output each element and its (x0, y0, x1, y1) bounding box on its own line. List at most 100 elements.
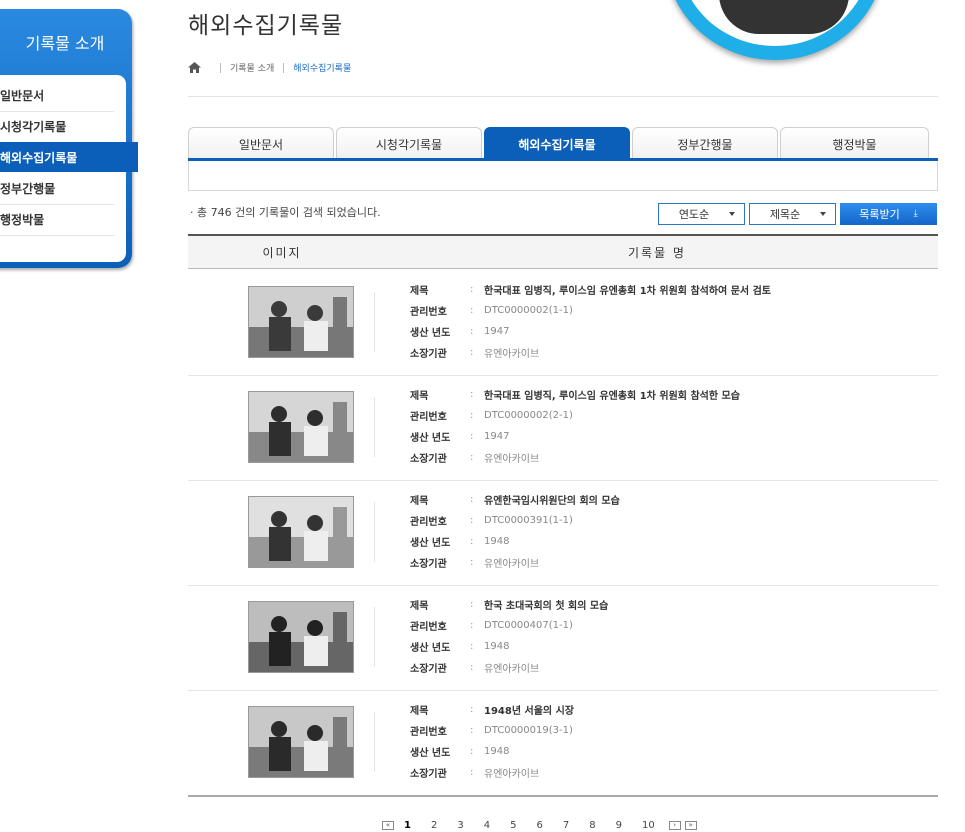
field-value-id: DTC0000002(2-1) (484, 410, 573, 421)
field-value-id: DTC0000407(1-1) (484, 620, 573, 631)
sort-title-label: 제목순 (769, 208, 801, 221)
download-label: 목록받기 (859, 208, 900, 221)
field-label-id: 관리번호 (410, 517, 447, 528)
record-thumbnail[interactable] (248, 601, 354, 673)
field-id: 관리번호: DTC0000019(3-1) (410, 723, 573, 738)
field-value-year: 1948 (484, 746, 510, 757)
field-holder: 소장기관: 유엔아카이브 (410, 450, 539, 465)
field-title: 제목: 한국대표 임병직, 루이스임 유엔총회 1차 위원회 참석한 모습 (410, 387, 740, 402)
table-row[interactable]: 제목: 한국 초대국회의 첫 회의 모습관리번호: DTC0000407(1-1) 생… (188, 585, 938, 691)
table-row[interactable]: 제목:1948년 서울의 시장 관리번호: DTC0000019(3-1) 생산 년도… (188, 690, 938, 796)
divider (188, 96, 938, 97)
download-icon: ⤓ (913, 209, 918, 219)
field-colon: : (470, 662, 474, 673)
breadcrumb-separator (283, 62, 285, 73)
row-divider (374, 712, 375, 772)
field-value-title[interactable]: 한국대표 임병직, 루이스임 유엔총회 1차 위원회 참석하여 문서 검토 (484, 282, 771, 297)
field-value-year: 1948 (484, 536, 510, 547)
first-page-button[interactable]: « (382, 820, 394, 830)
field-year: 생산 년도:1948 (410, 534, 509, 549)
sort-title-select[interactable]: 제목순 (749, 203, 836, 225)
sidebar-item-overseas[interactable]: 해외수집기록물 (0, 142, 138, 172)
breadcrumb-level1[interactable]: 기록물 소개 (230, 61, 274, 74)
chevron-down-icon (820, 212, 826, 216)
page-number[interactable]: 8 (589, 820, 595, 831)
field-label-year: 생산 년도 (410, 643, 451, 654)
page-number[interactable]: 7 (563, 820, 569, 831)
field-colon: : (470, 431, 474, 442)
sort-year-select[interactable]: 연도순 (658, 203, 745, 225)
page-number[interactable]: 6 (536, 820, 542, 831)
field-colon: : (470, 284, 474, 295)
column-header-name: 기록물 명 (628, 246, 686, 260)
field-colon: : (470, 536, 474, 547)
tab-gov-publications[interactable]: 정부간행물 (632, 127, 778, 160)
field-colon: : (470, 557, 474, 568)
last-page-button[interactable]: » (684, 820, 697, 830)
sidebar-item-gov-publications[interactable]: 정부간행물 (0, 173, 114, 205)
breadcrumb-separator (220, 62, 221, 73)
field-title: 제목:1948년 서울의 시장 (410, 702, 574, 717)
tab-general-docs[interactable]: 일반문서 (188, 127, 334, 160)
page-number[interactable]: 4 (484, 820, 490, 831)
field-label-title: 제목 (410, 601, 429, 612)
field-colon: : (470, 389, 474, 400)
tab-audiovisual[interactable]: 시청각기록물 (336, 127, 482, 160)
field-label-year: 생산 년도 (410, 538, 451, 549)
page-number[interactable]: 2 (431, 820, 437, 831)
sort-year-label: 연도순 (678, 208, 710, 221)
field-value-id: DTC0000019(3-1) (484, 725, 573, 736)
record-thumbnail[interactable] (248, 286, 354, 358)
field-label-title: 제목 (410, 391, 429, 402)
chevron-down-icon (729, 212, 735, 216)
field-colon: : (470, 725, 474, 736)
breadcrumb-current[interactable]: 해외수집기록물 (293, 61, 351, 74)
page-number[interactable]: 5 (510, 820, 516, 831)
field-label-id: 관리번호 (410, 307, 447, 318)
field-value-title[interactable]: 유엔한국임시위원단의 회의 모습 (484, 492, 620, 507)
next-page-button[interactable]: › (668, 820, 681, 830)
download-list-button[interactable]: 목록받기 ⤓ (840, 203, 937, 225)
field-value-year: 1947 (484, 431, 510, 442)
field-id: 관리번호: DTC0000002(2-1) (410, 408, 573, 423)
field-value-holder: 유엔아카이브 (484, 559, 540, 570)
field-colon: : (470, 347, 474, 358)
field-colon: : (470, 305, 474, 316)
sidebar-item-admin-artifacts[interactable]: 행정박물 (0, 204, 114, 236)
table-row[interactable]: 제목: 유엔한국임시위원단의 회의 모습 관리번호: DTC0000391(1-1) 생… (188, 480, 938, 586)
sidebar-item-audiovisual[interactable]: 시청각기록물 (0, 111, 114, 143)
sidebar: 기록물 소개 일반문서 시청각기록물 해외수집기록물 정부간행물 행정박물 (0, 9, 138, 268)
field-label-title: 제목 (410, 496, 429, 507)
field-year: 생산 년도:1947 (410, 324, 509, 339)
field-value-title[interactable]: 한국대표 임병직, 루이스임 유엔총회 1차 위원회 참석한 모습 (484, 387, 740, 402)
field-label-holder: 소장기관 (410, 769, 447, 780)
field-label-year: 생산 년도 (410, 328, 451, 339)
header-decoration-image (665, 0, 885, 60)
record-thumbnail[interactable] (248, 496, 354, 568)
table-row[interactable]: 제목: 한국대표 임병직, 루이스임 유엔총회 1차 위원회 참석한 모습관리번호… (188, 375, 938, 481)
page-number[interactable]: 9 (616, 820, 622, 831)
page-number[interactable]: 1 (404, 820, 411, 831)
page-title: 해외수집기록물 (188, 13, 344, 39)
field-colon: : (470, 704, 474, 715)
field-label-id: 관리번호 (410, 622, 447, 633)
sidebar-item-general-docs[interactable]: 일반문서 (0, 80, 114, 112)
page-number[interactable]: 3 (457, 820, 463, 831)
record-thumbnail[interactable] (248, 706, 354, 778)
table-row[interactable]: 제목: 한국대표 임병직, 루이스임 유엔총회 1차 위원회 참석하여 문서 검토… (188, 270, 938, 376)
field-value-title[interactable]: 1948년 서울의 시장 (484, 702, 574, 717)
tab-admin-artifacts[interactable]: 행정박물 (780, 127, 929, 160)
page-number[interactable]: 10 (642, 820, 655, 831)
field-value-holder: 유엔아카이브 (484, 349, 540, 360)
field-value-holder: 유엔아카이브 (484, 769, 540, 780)
field-value-title[interactable]: 한국 초대국회의 첫 회의 모습 (484, 597, 608, 612)
pagination: « 1 2 3 4 5 6 7 8 9 10 › » (382, 818, 697, 832)
home-icon[interactable] (188, 62, 201, 73)
field-title: 제목: 한국 초대국회의 첫 회의 모습 (410, 597, 608, 612)
record-thumbnail[interactable] (248, 391, 354, 463)
field-year: 생산 년도:1948 (410, 639, 509, 654)
field-label-holder: 소장기관 (410, 349, 447, 360)
result-count: · 총 746 건의 기록물이 검색 되었습니다. (190, 206, 381, 219)
tab-overseas[interactable]: 해외수집기록물 (484, 127, 630, 160)
field-colon: : (470, 494, 474, 505)
